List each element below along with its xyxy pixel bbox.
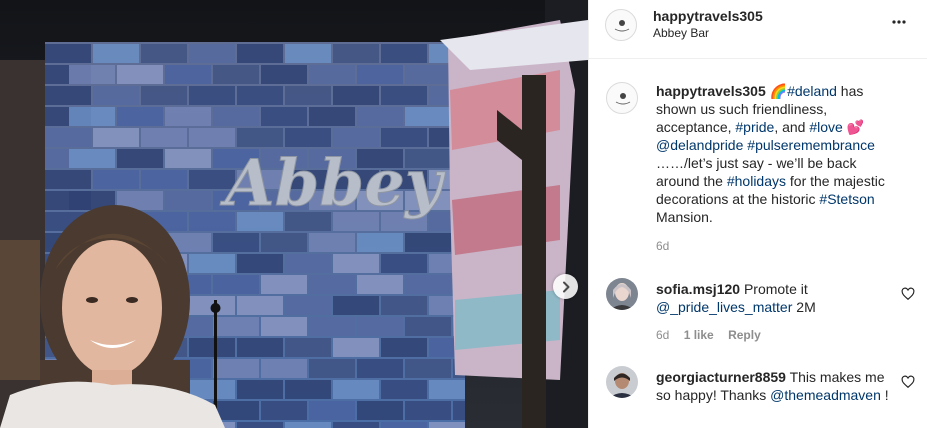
hashtag-pride[interactable]: #pride — [735, 119, 774, 135]
caption-meta: 6d — [656, 239, 680, 253]
comment-body: Promote it — [740, 281, 808, 297]
post-photo: Abbey — [0, 0, 588, 428]
rainbow-emoji: 🌈 — [769, 83, 788, 99]
hashtag-deland[interactable]: #deland — [787, 83, 837, 99]
comment-meta: 6d 1 like Reply — [656, 328, 772, 342]
post-header: happytravels305 Abbey Bar — [589, 0, 927, 59]
author-avatar[interactable] — [605, 9, 637, 41]
hearts-emoji: 💕 — [846, 119, 865, 135]
comment-text: sofia.msj120 Promote it @_pride_lives_ma… — [656, 280, 891, 316]
hashtag-holidays[interactable]: #holidays — [727, 173, 786, 189]
comment-item: sofia.msj120 Promote it @_pride_lives_ma… — [605, 278, 915, 348]
comment-item: georgiacturner8859 This makes me so happ… — [605, 366, 915, 428]
commenter-avatar[interactable] — [606, 366, 638, 398]
comment-likes[interactable]: 1 like — [684, 328, 714, 342]
comment-timestamp[interactable]: 6d — [656, 328, 669, 342]
happy-travels-logo-icon — [615, 93, 631, 105]
commenter-avatar[interactable] — [606, 278, 638, 310]
caption-text: happytravels305 🌈#deland has shown us su… — [656, 82, 891, 226]
comment-suffix: ! — [880, 387, 889, 403]
caption-text-part: Mansion. — [656, 209, 713, 225]
heart-icon — [901, 287, 915, 301]
like-comment-button[interactable] — [901, 287, 915, 301]
hashtag-pulseremembrance[interactable]: #pulseremembrance — [747, 137, 875, 153]
photo-image: Abbey — [0, 0, 588, 428]
happy-travels-logo-icon — [614, 20, 630, 32]
like-comment-button[interactable] — [901, 375, 915, 389]
more-options-button[interactable] — [891, 14, 907, 30]
avatar-photo-icon — [606, 278, 638, 310]
chevron-right-icon — [562, 281, 569, 292]
comment-text: georgiacturner8859 This makes me so happ… — [656, 368, 891, 404]
next-photo-button[interactable] — [553, 274, 578, 299]
avatar-photo-icon — [606, 366, 638, 398]
mention-delandpride[interactable]: @delandpride — [656, 137, 743, 153]
caption-text-part: , and — [774, 119, 810, 135]
comment-username[interactable]: georgiacturner8859 — [656, 369, 786, 385]
more-horizontal-icon — [892, 20, 906, 24]
heart-icon — [901, 375, 915, 389]
post-location[interactable]: Abbey Bar — [653, 26, 709, 40]
post-details-panel: happytravels305 Abbey Bar happytravels30… — [588, 0, 927, 428]
comment-mention[interactable]: @_pride_lives_matter — [656, 299, 792, 315]
caption-username[interactable]: happytravels305 — [656, 83, 766, 99]
comment-suffix: 2M — [792, 299, 816, 315]
post-caption: happytravels305 🌈#deland has shown us su… — [605, 82, 915, 257]
hashtag-love[interactable]: #love — [809, 119, 842, 135]
reply-button[interactable]: Reply — [728, 328, 761, 342]
caption-author-avatar[interactable] — [606, 82, 638, 114]
author-username[interactable]: happytravels305 — [653, 8, 763, 24]
hashtag-stetson[interactable]: #Stetson — [819, 191, 874, 207]
abbey-sign: Abbey — [220, 146, 446, 221]
comment-mention[interactable]: @themeadmaven — [770, 387, 881, 403]
caption-timestamp[interactable]: 6d — [656, 239, 669, 253]
comment-username[interactable]: sofia.msj120 — [656, 281, 740, 297]
